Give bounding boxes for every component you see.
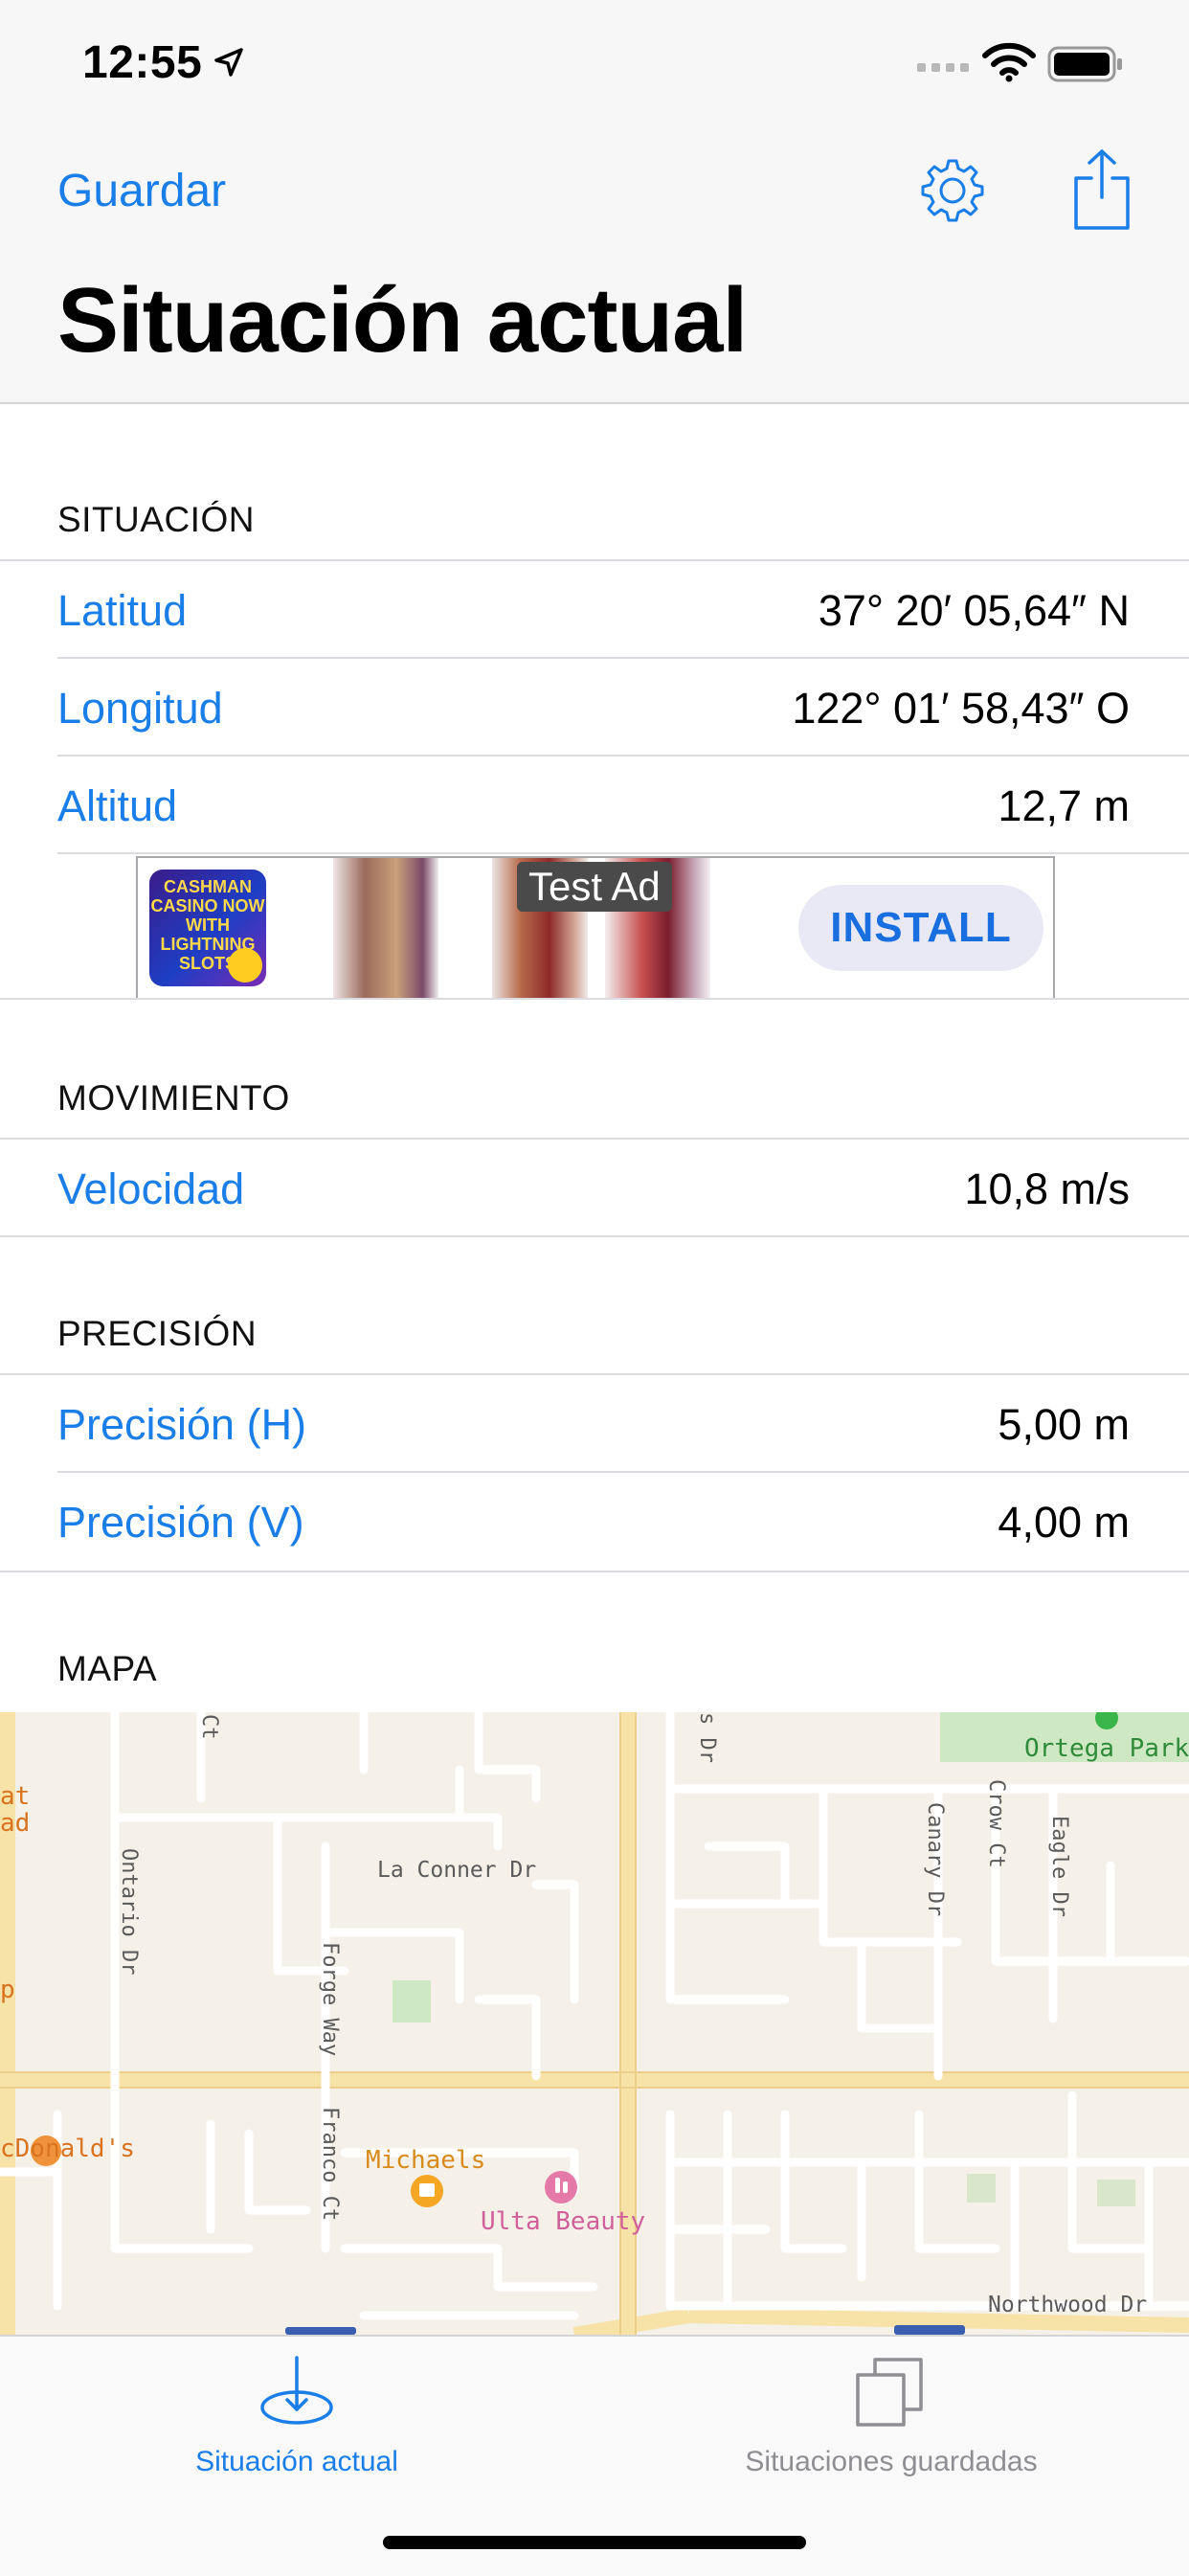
row-label: Latitud — [57, 586, 188, 635]
map-label-ortega-park: Ortega Park — [1024, 1734, 1189, 1763]
ad-image — [333, 858, 438, 998]
map-label-forge-way: Forge Way — [318, 1942, 342, 2056]
map-label-canary-dr: Canary Dr — [923, 1802, 947, 1916]
ad-app-icon: CASHMAN CASINO NOW WITH LIGHTNING SLOTS — [149, 870, 266, 986]
map-label-edge-p: p — [0, 1976, 15, 2004]
map-label-ulta-beauty: Ulta Beauty — [481, 2207, 645, 2236]
map-view[interactable]: Ortega Park La Conner Dr Ontario Dr Forg… — [0, 1712, 1189, 2335]
page-title: Situación actual — [57, 269, 748, 372]
settings-gear-icon[interactable] — [917, 155, 988, 226]
wifi-icon — [982, 42, 1036, 82]
divider — [0, 1570, 1189, 1572]
ad-banner[interactable]: CASHMAN CASINO NOW WITH LIGHTNING SLOTS … — [136, 856, 1055, 1000]
section-header-movimiento: MOVIMIENTO — [57, 1078, 290, 1118]
row-label: Velocidad — [57, 1164, 245, 1213]
row-value: 12,7 m — [998, 781, 1130, 830]
map-label-ontario-dr: Ontario Dr — [117, 1848, 141, 1975]
row-label: Altitud — [57, 781, 178, 830]
save-button[interactable]: Guardar — [57, 165, 226, 217]
divider — [0, 998, 1189, 1000]
battery-icon — [1047, 46, 1122, 82]
divider — [0, 1235, 1189, 1237]
cellular-signal-icon — [917, 63, 969, 72]
row-value: 37° 20′ 05,64″ N — [818, 586, 1130, 635]
row-value: 4,00 m — [998, 1498, 1130, 1547]
tab-label: Situación actual — [195, 2446, 398, 2477]
map-label-s-dr: s Dr — [695, 1712, 719, 1763]
map-label-mcdonalds: cDonald's — [0, 2135, 135, 2163]
test-ad-label: Test Ad — [517, 862, 672, 912]
map-label-ct: Ct — [197, 1714, 221, 1740]
location-arrow-icon — [214, 48, 243, 77]
row-value: 122° 01′ 58,43″ O — [792, 684, 1130, 733]
smiley-icon — [228, 948, 262, 983]
row-label: Precisión (V) — [57, 1498, 304, 1547]
status-bar: 12:55 — [0, 0, 1189, 134]
map-graphic: Ortega Park La Conner Dr Ontario Dr Forg… — [0, 1712, 1189, 2335]
divider — [57, 852, 1189, 854]
tab-label: Situaciones guardadas — [745, 2446, 1038, 2477]
map-label-edge-at: at — [0, 1782, 30, 1811]
home-indicator — [383, 2536, 806, 2549]
map-label-franco-ct: Franco Ct — [318, 2107, 342, 2221]
row-value: 5,00 m — [998, 1400, 1130, 1449]
status-time: 12:55 — [82, 37, 203, 88]
map-label-northwood-dr: Northwood Dr — [988, 2293, 1147, 2317]
row-longitud[interactable]: Longitud 122° 01′ 58,43″ O — [0, 659, 1189, 757]
row-label: Longitud — [57, 684, 223, 733]
install-button[interactable]: INSTALL — [798, 885, 1043, 971]
share-icon[interactable] — [1070, 147, 1133, 234]
map-label-michaels: Michaels — [366, 2146, 485, 2175]
row-altitud[interactable]: Altitud 12,7 m — [0, 757, 1189, 854]
row-velocidad[interactable]: Velocidad 10,8 m/s — [0, 1140, 1189, 1237]
navigation-bar: Guardar Situación actual — [0, 134, 1189, 404]
map-label-eagle-dr: Eagle Dr — [1047, 1816, 1071, 1917]
map-label-edge-ad: ad — [0, 1809, 30, 1838]
row-precision-v[interactable]: Precisión (V) 4,00 m — [0, 1473, 1189, 1570]
map-label-la-conner-dr: La Conner Dr — [377, 1858, 536, 1883]
row-precision-h[interactable]: Precisión (H) 5,00 m — [0, 1375, 1189, 1473]
map-label-crow-ct: Crow Ct — [984, 1779, 1008, 1868]
section-header-precision: PRECISIÓN — [57, 1314, 258, 1353]
row-value: 10,8 m/s — [964, 1164, 1130, 1213]
saved-copies-icon — [856, 2358, 923, 2427]
row-label: Precisión (H) — [57, 1400, 307, 1449]
location-pin-icon — [260, 2356, 333, 2425]
row-latitud[interactable]: Latitud 37° 20′ 05,64″ N — [0, 561, 1189, 659]
section-header-situacion: SITUACIÓN — [57, 500, 255, 539]
section-header-mapa: MAPA — [57, 1649, 158, 1688]
